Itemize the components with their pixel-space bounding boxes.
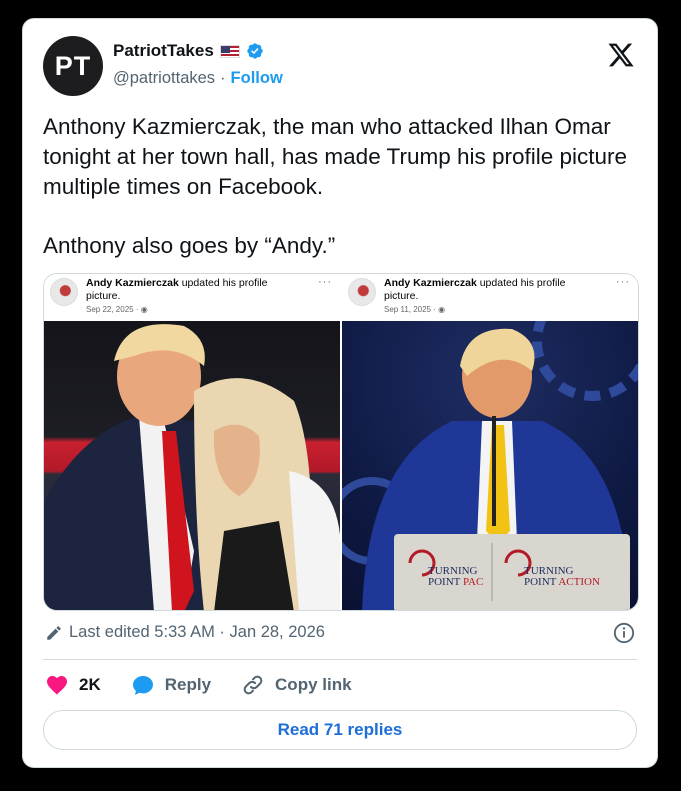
- facebook-avatar: [50, 278, 78, 306]
- avatar[interactable]: PT: [43, 36, 103, 96]
- more-options-icon: ···: [616, 276, 630, 288]
- tweet-text: Anthony Kazmierczak, the man who attacke…: [43, 112, 633, 290]
- facebook-post-date: Sep 11, 2025 · ◉: [384, 305, 445, 314]
- action-bar: 2K Reply Copy link: [45, 673, 382, 697]
- photo-trump-podium: TURNING POINT PAC TURNING POINT ACTION: [342, 321, 638, 610]
- facebook-post-line: Andy Kazmierczak updated his profile pic…: [86, 277, 286, 303]
- more-options-icon: ···: [318, 276, 332, 288]
- facebook-avatar: [348, 278, 376, 306]
- copy-link-button[interactable]: Copy link: [241, 673, 352, 697]
- like-button[interactable]: 2K: [45, 673, 101, 697]
- sign-line: POINT ACTION: [524, 577, 600, 588]
- copy-link-label: Copy link: [275, 675, 352, 694]
- last-edited[interactable]: Last edited 5:33 AM · Jan 28, 2026: [45, 623, 325, 642]
- photo-illustration: [44, 324, 340, 610]
- sign-text-red: ACTION: [558, 576, 600, 588]
- turning-point-action-sign: TURNING POINT ACTION: [524, 566, 600, 588]
- author-handle-row: @patriottakes · Follow: [113, 69, 283, 88]
- globe-icon: ◉: [438, 305, 446, 314]
- info-icon[interactable]: [613, 622, 635, 644]
- avatar-initials: PT: [54, 50, 92, 81]
- tweet-card: PT PatriotTakes @patriottakes · Follow A…: [22, 18, 658, 768]
- tweet-paragraph: Anthony Kazmierczak, the man who attacke…: [43, 114, 628, 199]
- sign-text-red: PAC: [462, 576, 484, 588]
- reply-label: Reply: [164, 675, 212, 694]
- facebook-post-date: Sep 22, 2025 · ◉: [86, 305, 148, 314]
- pencil-icon: [47, 625, 61, 640]
- facebook-date-text: Sep 11, 2025 ·: [384, 305, 439, 314]
- sign-line: POINT PAC: [428, 577, 483, 588]
- us-flag-icon: [219, 44, 240, 58]
- verified-badge-icon: [247, 43, 263, 59]
- speech-bubble-icon: [132, 676, 153, 695]
- link-icon: [243, 675, 263, 695]
- last-edited-text: Last edited 5:33 AM · Jan 28, 2026: [69, 623, 325, 641]
- facebook-post-header: Andy Kazmierczak updated his profile pic…: [342, 274, 638, 321]
- turning-point-pac-sign: TURNING POINT PAC: [428, 566, 483, 588]
- facebook-post-line: Andy Kazmierczak updated his profile pic…: [384, 277, 584, 303]
- separator-dot: ·: [220, 69, 226, 87]
- divider: [43, 659, 637, 660]
- tweet-paragraph: Anthony also goes by “Andy.”: [43, 233, 336, 258]
- facebook-poster-name: Andy Kazmierczak: [86, 277, 179, 289]
- photo-trump-embrace: [44, 321, 340, 610]
- sign-text: POINT: [428, 576, 463, 588]
- reply-button[interactable]: Reply: [131, 673, 211, 697]
- like-count: 2K: [79, 675, 101, 694]
- follow-button[interactable]: Follow: [231, 69, 283, 88]
- heart-icon: [47, 676, 67, 695]
- media-grid[interactable]: Andy Kazmierczak updated his profile pic…: [43, 273, 639, 611]
- sign-text: POINT: [524, 576, 559, 588]
- facebook-poster-name: Andy Kazmierczak: [384, 277, 477, 289]
- media-image-left[interactable]: Andy Kazmierczak updated his profile pic…: [44, 274, 340, 610]
- read-replies-button[interactable]: Read 71 replies: [43, 710, 637, 750]
- author-name[interactable]: PatriotTakes: [113, 41, 214, 61]
- author-name-row: PatriotTakes: [113, 41, 264, 61]
- x-logo-icon[interactable]: [607, 41, 635, 69]
- media-image-right[interactable]: Andy Kazmierczak updated his profile pic…: [342, 274, 638, 610]
- facebook-date-text: Sep 22, 2025 ·: [86, 305, 141, 314]
- author-handle[interactable]: @patriottakes: [113, 69, 215, 88]
- facebook-post-header: Andy Kazmierczak updated his profile pic…: [44, 274, 340, 321]
- globe-icon: ◉: [140, 305, 148, 314]
